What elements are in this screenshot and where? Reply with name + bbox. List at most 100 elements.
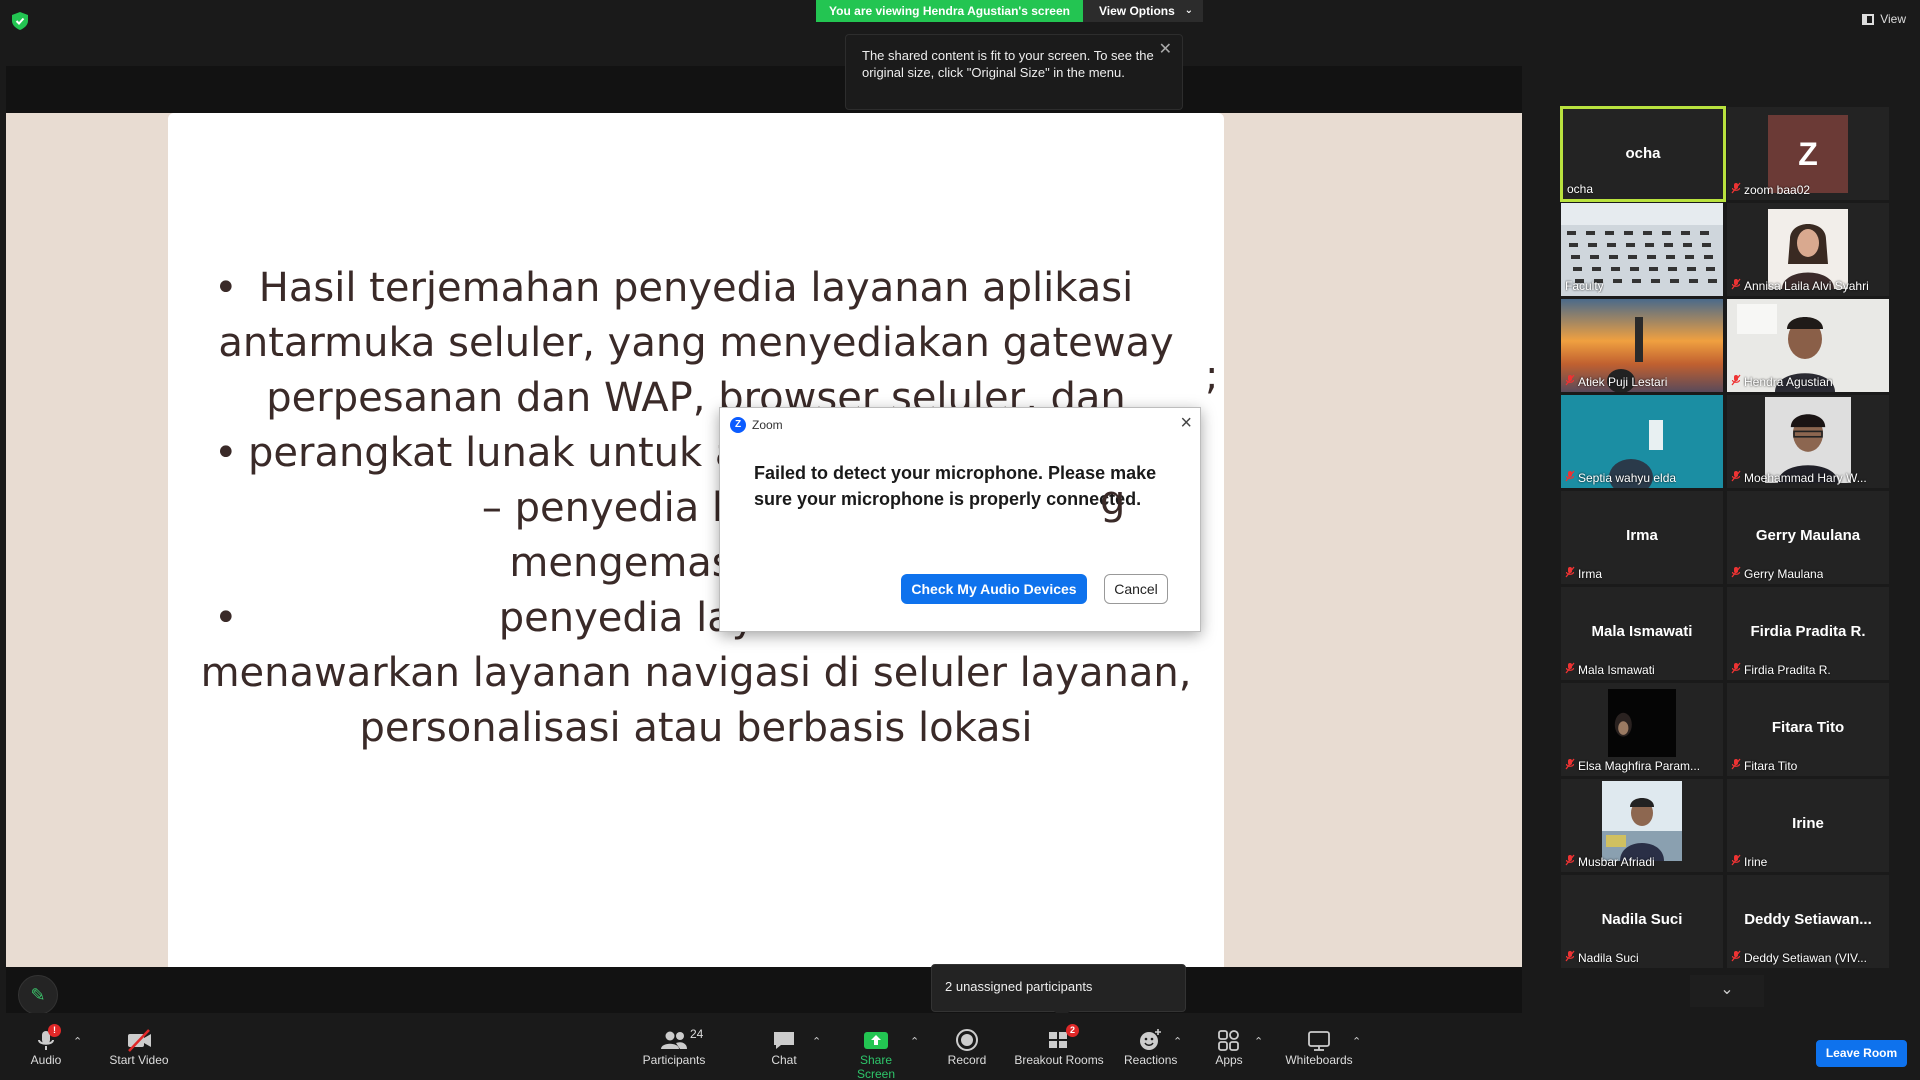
apps-button[interactable]: Apps [1213, 1027, 1245, 1067]
dialog-header: Z Zoom [730, 417, 783, 433]
chat-button[interactable]: Chat [768, 1027, 800, 1067]
participant-label-text: Irine [1744, 854, 1768, 869]
participant-label-text: ocha [1567, 182, 1594, 196]
zoom-meeting-window: You are viewing Hendra Agustian's screen… [0, 0, 1920, 1080]
mic-muted-icon [1731, 374, 1741, 389]
participant-label: Nadila Suci [1565, 950, 1639, 965]
leave-room-button[interactable]: Leave Room [1816, 1040, 1907, 1067]
participant-label: Fitara Tito [1731, 758, 1797, 773]
chat-bubble-icon [774, 1032, 794, 1049]
participant-tile[interactable]: Irma Irma [1561, 491, 1723, 584]
participant-label-text: Gerry Maulana [1744, 566, 1824, 581]
tooltip-close-icon[interactable]: ✕ [1159, 41, 1172, 58]
participant-tile[interactable]: Atiek Puji Lestari [1561, 299, 1723, 392]
check-audio-devices-button[interactable]: Check My Audio Devices [901, 574, 1087, 604]
audio-label: Audio [30, 1053, 62, 1067]
reactions-caret-icon[interactable]: ⌃ [1173, 1035, 1182, 1048]
participant-label: Hendra Agustian [1731, 374, 1833, 389]
participant-name-display: Firdia Pradita R. [1750, 623, 1866, 640]
participant-label: Firdia Pradita R. [1731, 662, 1831, 677]
participant-tile[interactable]: Deddy Setiawan... Deddy Setiawan (VIV... [1727, 875, 1889, 968]
view-options-button[interactable]: View Options ⌄ [1083, 0, 1203, 22]
participant-name-display: Irine [1792, 815, 1824, 832]
participant-tile[interactable]: Hendra Agustian [1727, 299, 1889, 392]
bullet-point: • [214, 595, 238, 641]
slide-text-fragment: ; [1205, 353, 1219, 399]
audio-warning-badge: ! [48, 1024, 61, 1037]
participants-count: 24 [690, 1027, 704, 1041]
slide-line: personalisasi atau berbasis lokasi [168, 701, 1224, 756]
security-shield-icon[interactable] [12, 12, 28, 30]
participant-label: Annisa Laila Alvi Syahri [1731, 278, 1869, 293]
participant-label: Musbar Afriadi [1565, 854, 1655, 869]
participant-tile[interactable]: Elsa Maghfira Param... [1561, 683, 1723, 776]
view-options-label: View Options [1099, 4, 1175, 18]
fit-screen-tooltip: The shared content is fit to your screen… [845, 34, 1183, 110]
annotate-pencil-icon[interactable]: ✎ [18, 975, 58, 1015]
participant-label-text: Elsa Maghfira Param... [1578, 758, 1701, 773]
whiteboards-label: Whiteboards [1285, 1053, 1353, 1067]
participant-name-display: Mala Ismawati [1591, 623, 1693, 640]
record-button[interactable]: Record [946, 1027, 988, 1067]
bullet-point: • [214, 430, 238, 476]
dialog-close-icon[interactable]: × [1180, 412, 1192, 435]
participant-tile[interactable]: Faculty [1561, 203, 1723, 296]
audio-caret-icon[interactable]: ⌃ [73, 1035, 82, 1048]
participant-tile[interactable]: Septia wahyu elda [1561, 395, 1723, 488]
mic-muted-icon [1731, 566, 1741, 581]
reactions-button[interactable]: Reactions [1124, 1027, 1177, 1067]
mic-muted-icon [1731, 662, 1741, 677]
meeting-toolbar: ! Audio ⌃ Start Video 24 Participants Ch… [0, 1013, 1920, 1080]
share-caret-icon[interactable]: ⌃ [910, 1035, 919, 1048]
participant-name-display: Irma [1626, 527, 1658, 544]
chat-label: Chat [771, 1053, 797, 1067]
unassigned-participants-popup[interactable]: 2 unassigned participants [931, 964, 1186, 1019]
participants-label: Participants [642, 1053, 706, 1067]
participant-name-display: Gerry Maulana [1755, 527, 1861, 544]
gallery-scroll-down-icon[interactable]: ⌄ [1690, 975, 1764, 1007]
participant-label: Deddy Setiawan (VIV... [1731, 950, 1867, 965]
mic-muted-icon [1731, 278, 1741, 293]
audio-button[interactable]: ! Audio [28, 1024, 64, 1067]
slide-line-text: perangkat lunak untuk ap [248, 430, 765, 476]
participant-label: Atiek Puji Lestari [1565, 374, 1667, 389]
share-screen-button[interactable]: Share Screen [840, 1027, 912, 1080]
microphone-error-dialog: Z Zoom × Failed to detect your microphon… [719, 407, 1201, 632]
mic-muted-icon [1731, 854, 1741, 869]
video-off-icon [128, 1029, 151, 1052]
participants-button[interactable]: 24 Participants [640, 1027, 708, 1067]
slide-line-text: personalisasi atau berbasis lokasi [359, 705, 1033, 751]
participant-label-text: Fitara Tito [1744, 758, 1798, 773]
mic-muted-icon [1565, 950, 1575, 965]
participant-tile[interactable]: ocha ocha [1560, 106, 1726, 202]
whiteboards-button[interactable]: Whiteboards [1284, 1027, 1354, 1067]
participant-tile[interactable]: Zzoom baa02 [1727, 107, 1889, 200]
apps-caret-icon[interactable]: ⌃ [1254, 1035, 1263, 1048]
participant-label: Irma [1565, 566, 1602, 581]
participant-name-display: Deddy Setiawan... [1744, 911, 1872, 928]
participant-label: Moehammad Hary W... [1731, 470, 1867, 485]
participant-tile[interactable]: Musbar Afriadi [1561, 779, 1723, 872]
participant-tile[interactable]: Nadila Suci Nadila Suci [1561, 875, 1723, 968]
gallery-layout-icon [1862, 13, 1875, 25]
participant-tile[interactable]: Gerry Maulana Gerry Maulana [1727, 491, 1889, 584]
breakout-rooms-button[interactable]: 2 Breakout Rooms [1014, 1024, 1104, 1067]
zoom-logo-icon: Z [730, 417, 746, 433]
participant-tile[interactable]: Mala Ismawati Mala Ismawati [1561, 587, 1723, 680]
record-label: Record [947, 1053, 987, 1067]
participant-label: ocha [1567, 182, 1593, 196]
record-icon [956, 1029, 978, 1051]
participant-tile[interactable]: Annisa Laila Alvi Syahri [1727, 203, 1889, 296]
cancel-button[interactable]: Cancel [1104, 574, 1168, 604]
participant-tile[interactable]: Irine Irine [1727, 779, 1889, 872]
mic-muted-icon [1565, 566, 1575, 581]
participant-tile[interactable]: Firdia Pradita R. Firdia Pradita R. [1727, 587, 1889, 680]
participant-tile[interactable]: Fitara Tito Fitara Tito [1727, 683, 1889, 776]
view-layout-button[interactable]: View [1862, 12, 1906, 26]
participant-label-text: Deddy Setiawan (VIV... [1744, 950, 1867, 965]
whiteboards-caret-icon[interactable]: ⌃ [1352, 1035, 1361, 1048]
chat-caret-icon[interactable]: ⌃ [812, 1035, 821, 1048]
participant-tile[interactable]: Moehammad Hary W... [1727, 395, 1889, 488]
start-video-button[interactable]: Start Video [106, 1027, 172, 1067]
participant-label-text: zoom baa02 [1744, 182, 1811, 197]
